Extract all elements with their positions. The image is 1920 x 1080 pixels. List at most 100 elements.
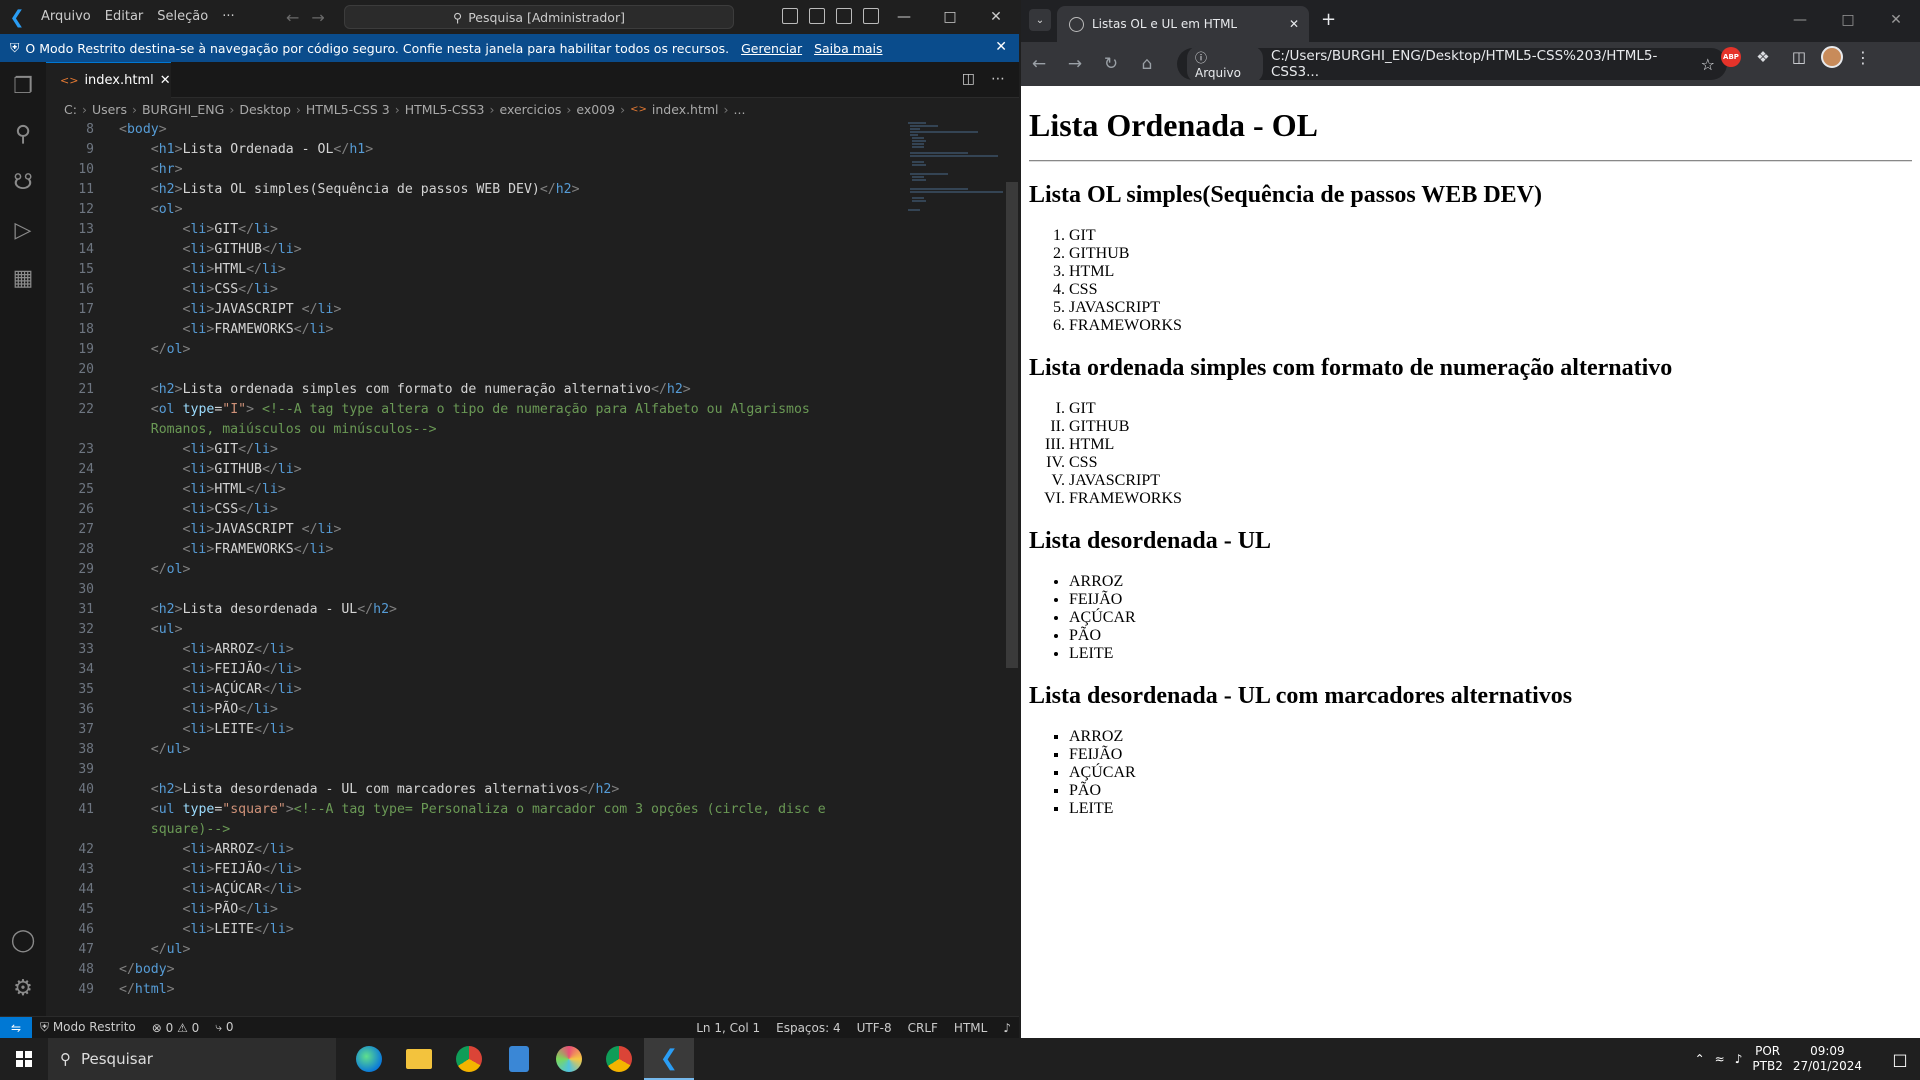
reload-icon[interactable]: ↻ [1093, 46, 1129, 82]
chevron-up-icon[interactable]: ⌃ [1695, 1052, 1705, 1066]
toggle-panel-icon[interactable] [809, 8, 825, 24]
back-arrow-icon[interactable]: ← [286, 8, 299, 27]
breadcrumb-item[interactable]: index.html [652, 102, 719, 117]
breadcrumb-item[interactable]: Desktop [239, 102, 291, 117]
menu-editar[interactable]: Editar [98, 0, 151, 34]
profile-avatar[interactable] [1821, 46, 1843, 68]
ports-status[interactable]: ⤷ 0 [207, 1020, 241, 1035]
side-panel-icon[interactable]: ◫ [1785, 48, 1813, 66]
network-icon[interactable]: ≈ [1715, 1052, 1725, 1066]
toggle-sidebar-icon[interactable] [782, 8, 798, 24]
breadcrumb-item[interactable]: HTML5-CSS 3 [306, 102, 390, 117]
taskbar-paint[interactable] [544, 1038, 594, 1080]
taskbar-search[interactable]: ⚲ Pesquisar [48, 1038, 336, 1080]
restricted-mode-status[interactable]: ⛨ Modo Restrito [32, 1020, 144, 1035]
split-editor-icon[interactable]: ◫ [962, 71, 975, 87]
close-window-icon[interactable]: ✕ [1872, 0, 1920, 40]
menu-more[interactable]: ··· [215, 0, 241, 34]
chevron-right-icon: › [489, 101, 495, 117]
breadcrumb-item[interactable]: HTML5-CSS3 [405, 102, 485, 117]
maximize-icon[interactable]: □ [927, 0, 973, 34]
adblock-plus-icon[interactable]: ABP [1721, 47, 1741, 67]
more-actions-icon[interactable]: ⋯ [991, 71, 1005, 87]
indentation[interactable]: Espaços: 4 [768, 1021, 849, 1035]
close-icon[interactable]: ✕ [995, 39, 1007, 55]
line-number: 18 [78, 322, 94, 337]
volume-icon[interactable]: ♪ [1735, 1052, 1743, 1066]
code-line: <h2>Lista desordenada - UL com marcadore… [150, 782, 620, 797]
folder-icon [406, 1049, 432, 1069]
line-endings[interactable]: CRLF [900, 1021, 946, 1035]
line-number: 29 [78, 562, 94, 577]
menu-selecao[interactable]: Seleção [150, 0, 215, 34]
minimize-icon[interactable]: — [1776, 0, 1824, 40]
breadcrumb-item[interactable]: C: [64, 102, 77, 117]
close-window-icon[interactable]: ✕ [973, 0, 1019, 34]
breadcrumb-item[interactable]: Users [92, 102, 127, 117]
language-mode[interactable]: HTML [946, 1021, 995, 1035]
minimap[interactable] [908, 120, 1008, 220]
menu-arquivo[interactable]: Arquivo [34, 0, 98, 34]
close-tab-icon[interactable]: ✕ [160, 73, 171, 88]
taskbar-chrome-1[interactable] [444, 1038, 494, 1080]
encoding[interactable]: UTF-8 [849, 1021, 900, 1035]
taskbar-file-explorer[interactable] [394, 1038, 444, 1080]
taskbar-calculator[interactable] [494, 1038, 544, 1080]
extensions-puzzle-icon[interactable]: ❖ [1749, 48, 1777, 66]
tab-search-icon[interactable]: ⌄ [1029, 9, 1051, 31]
taskbar-vscode[interactable]: ❮ [644, 1038, 694, 1080]
notifications-icon[interactable]: □ [1880, 1050, 1920, 1069]
forward-arrow-icon[interactable]: → [311, 8, 324, 27]
bell-icon[interactable]: ♪ [995, 1021, 1019, 1035]
breadcrumb-item[interactable]: BURGHI_ENG [142, 102, 224, 117]
source-control-icon[interactable]: ☋ [0, 158, 46, 206]
remote-indicator-icon[interactable]: ⇋ [0, 1016, 32, 1039]
minimize-icon[interactable]: — [881, 0, 927, 34]
explorer-icon[interactable]: ❐ [0, 62, 46, 110]
breadcrumb-item[interactable]: ex009 [576, 102, 615, 117]
close-tab-icon[interactable]: ✕ [1289, 17, 1299, 31]
problems-status[interactable]: ⊗ 0 ⚠ 0 [144, 1021, 208, 1035]
code-line: <li>JAVASCRIPT </li> [182, 302, 342, 317]
edge-icon [356, 1046, 382, 1072]
line-number: 20 [78, 362, 94, 377]
banner-learn-more-link[interactable]: Saiba mais [814, 41, 882, 56]
chrome-menu-icon[interactable]: ⋮ [1851, 48, 1875, 67]
bookmark-star-icon[interactable]: ☆ [1701, 55, 1715, 74]
tab-index-html[interactable]: <> index.html ✕ [46, 62, 171, 98]
maximize-icon[interactable]: □ [1824, 0, 1872, 40]
site-info-chip[interactable]: ⓘ Arquivo [1187, 45, 1263, 83]
start-button[interactable] [0, 1038, 48, 1080]
breadcrumb-item[interactable]: ... [734, 102, 746, 117]
breadcrumb-item[interactable]: exercicios [500, 102, 562, 117]
browser-tab[interactable]: Listas OL e UL em HTML ✕ [1057, 6, 1309, 42]
search-view-icon[interactable]: ⚲ [0, 110, 46, 158]
toggle-secondary-sidebar-icon[interactable] [836, 8, 852, 24]
line-number: 12 [78, 202, 94, 217]
run-debug-icon[interactable]: ▷ [0, 206, 46, 254]
back-icon[interactable]: ← [1021, 46, 1057, 82]
language-indicator[interactable]: POR PTB2 [1752, 1044, 1782, 1074]
customize-layout-icon[interactable] [863, 8, 879, 24]
extensions-icon[interactable]: ▦ [0, 254, 46, 302]
new-tab-icon[interactable]: + [1321, 9, 1336, 30]
line-number: 33 [78, 642, 94, 657]
line-number: 23 [78, 442, 94, 457]
command-center-search[interactable]: ⚲ Pesquisa [Administrador] [344, 5, 734, 29]
forward-icon[interactable]: → [1057, 46, 1093, 82]
taskbar-edge[interactable] [344, 1038, 394, 1080]
vertical-scrollbar[interactable] [1006, 182, 1018, 668]
cursor-position[interactable]: Ln 1, Col 1 [688, 1021, 768, 1035]
code-editor[interactable]: 8 9 10 11 12 13 14 15 16 17 18 19 20 21 22 23 24 25 26 27 28… [46, 120, 1019, 1016]
line-number: 37 [78, 722, 94, 737]
address-bar[interactable]: ⓘ Arquivo C:/Users/BURGHI_ENG/Desktop/HT… [1177, 45, 1727, 83]
line-number: 38 [78, 742, 94, 757]
gear-icon[interactable]: ⚙ [0, 964, 46, 1012]
taskbar-chrome-2[interactable] [594, 1038, 644, 1080]
clock[interactable]: 09:09 27/01/2024 [1793, 1044, 1862, 1074]
code-lines[interactable]: <body> <h1>Lista Ordenada - OL</h1> <hr>… [119, 120, 919, 1000]
account-icon[interactable]: ◯ [0, 916, 46, 964]
home-icon[interactable]: ⌂ [1129, 46, 1165, 82]
banner-manage-link[interactable]: Gerenciar [741, 41, 802, 56]
